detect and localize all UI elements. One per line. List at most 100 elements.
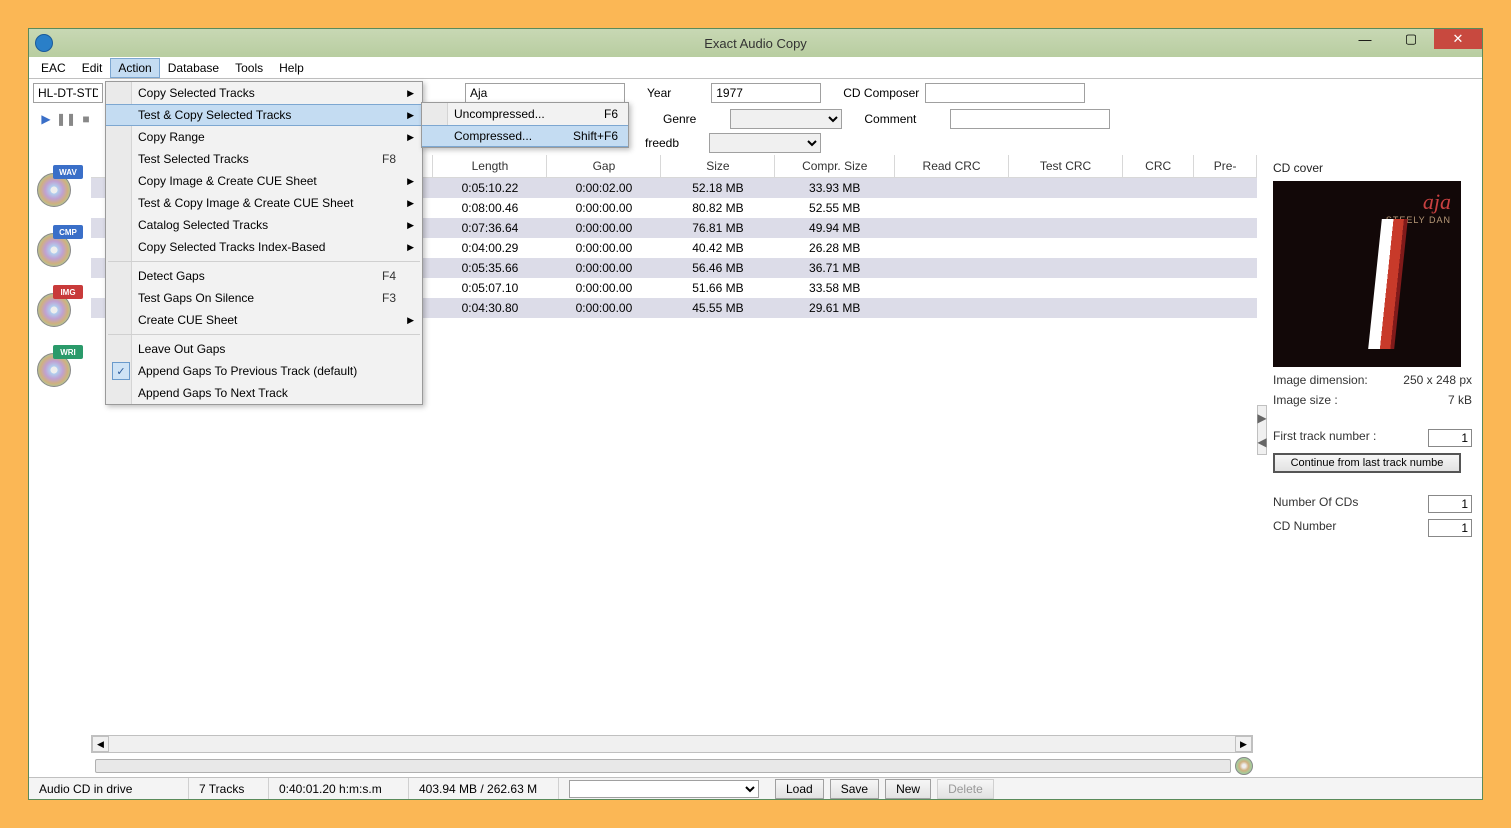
img-size-label: Image size : (1273, 393, 1338, 407)
submenu-arrow-icon: ▶ (407, 220, 414, 231)
sidebar-copy-compressed[interactable]: CMP (35, 225, 83, 267)
num-cds-input[interactable] (1428, 495, 1472, 513)
col-pre[interactable]: Pre- (1194, 155, 1257, 178)
year-input[interactable] (711, 83, 821, 103)
menubar: EAC Edit Action Database Tools Help (29, 57, 1482, 79)
menu-help[interactable]: Help (271, 58, 312, 78)
db-select[interactable] (569, 780, 759, 798)
status-drive: Audio CD in drive (29, 778, 189, 799)
menu-item[interactable]: Append Gaps To Next Track (106, 382, 422, 404)
composer-input[interactable] (925, 83, 1085, 103)
menu-item[interactable]: Test & Copy Selected Tracks▶ (106, 104, 422, 126)
cd-number-label: CD Number (1273, 519, 1336, 537)
sidebar-copy-image[interactable]: IMG (35, 285, 83, 327)
comment-label: Comment (864, 112, 916, 126)
submenu-arrow-icon: ▶ (407, 315, 414, 326)
sidebar-copy-wav[interactable]: WAV (35, 165, 83, 207)
maximize-button[interactable]: ▢ (1388, 29, 1434, 49)
submenu-arrow-icon: ▶ (407, 198, 414, 209)
submenu-item[interactable]: Uncompressed...F6 (422, 103, 628, 125)
submenu-arrow-icon: ▶ (407, 176, 414, 187)
menu-eac[interactable]: EAC (33, 58, 74, 78)
cd-icon (1235, 757, 1253, 775)
minimize-button[interactable]: — (1342, 29, 1388, 49)
play-icon[interactable]: ▶ (39, 112, 53, 126)
menu-item[interactable]: Copy Selected Tracks Index-Based▶ (106, 236, 422, 258)
stop-icon[interactable]: ■ (79, 112, 93, 126)
submenu-arrow-icon: ▶ (407, 110, 414, 121)
composer-label: CD Composer (843, 86, 919, 100)
menu-item[interactable]: ✓Append Gaps To Previous Track (default) (106, 360, 422, 382)
app-window: Exact Audio Copy — ▢ ✕ EAC Edit Action D… (28, 28, 1483, 800)
load-button[interactable]: Load (775, 779, 824, 799)
num-cds-label: Number Of CDs (1273, 495, 1358, 513)
menu-item[interactable]: Copy Range▶ (106, 126, 422, 148)
submenu-arrow-icon: ▶ (407, 88, 414, 99)
img-dim-value: 250 x 248 px (1403, 373, 1472, 387)
menu-edit[interactable]: Edit (74, 58, 111, 78)
scroll-right-icon[interactable]: ▶ (1235, 736, 1252, 752)
submenu-arrow-icon: ▶ (407, 132, 414, 143)
menu-item[interactable]: Test & Copy Image & Create CUE Sheet▶ (106, 192, 422, 214)
right-panel: CD cover aja STEELY DAN Image dimension:… (1267, 155, 1482, 777)
continue-numbering-button[interactable]: Continue from last track numbe (1273, 453, 1461, 473)
sidebar-write-cue[interactable]: WRI (35, 345, 83, 387)
check-icon: ✓ (112, 362, 130, 380)
cd-number-input[interactable] (1428, 519, 1472, 537)
titlebar: Exact Audio Copy — ▢ ✕ (29, 29, 1482, 57)
menu-item[interactable]: Catalog Selected Tracks▶ (106, 214, 422, 236)
pause-icon[interactable]: ❚❚ (59, 112, 73, 126)
progress-row (91, 755, 1257, 777)
first-track-input[interactable] (1428, 429, 1472, 447)
app-icon (35, 34, 53, 52)
transport-controls: ▶ ❚❚ ■ (33, 108, 99, 130)
scroll-left-icon[interactable]: ◀ (92, 736, 109, 752)
col-gap[interactable]: Gap (547, 155, 661, 178)
col-readcrc[interactable]: Read CRC (895, 155, 1009, 178)
col-length[interactable]: Length (433, 155, 547, 178)
freedb-select[interactable] (709, 133, 821, 153)
close-button[interactable]: ✕ (1434, 29, 1482, 49)
cd-cover-label: CD cover (1273, 161, 1472, 175)
panel-collapse-grip[interactable]: ▶◀ (1257, 405, 1267, 455)
comment-input[interactable] (950, 109, 1110, 129)
drive-field[interactable] (33, 83, 103, 103)
menu-item[interactable]: Detect GapsF4 (106, 265, 422, 287)
progress-bar (95, 759, 1231, 773)
year-label: Year (647, 86, 671, 100)
action-menu-dropdown: Copy Selected Tracks▶Test & Copy Selecte… (105, 81, 423, 405)
status-duration: 0:40:01.20 h:m:s.m (269, 778, 409, 799)
submenu-arrow-icon: ▶ (407, 242, 414, 253)
genre-select[interactable] (730, 109, 842, 129)
test-copy-submenu: Uncompressed...F6Compressed...Shift+F6 (421, 102, 629, 148)
window-title: Exact Audio Copy (704, 36, 807, 51)
menu-item[interactable]: Leave Out Gaps (106, 338, 422, 360)
menu-database[interactable]: Database (160, 58, 227, 78)
horizontal-scrollbar[interactable]: ◀ ▶ (91, 735, 1253, 753)
col-testcrc[interactable]: Test CRC (1009, 155, 1123, 178)
menu-item[interactable]: Create CUE Sheet▶ (106, 309, 422, 331)
submenu-item[interactable]: Compressed...Shift+F6 (422, 125, 628, 147)
col-crc[interactable]: CRC (1123, 155, 1194, 178)
col-size[interactable]: Size (661, 155, 775, 178)
img-dim-label: Image dimension: (1273, 373, 1368, 387)
save-button[interactable]: Save (830, 779, 879, 799)
col-comprsize[interactable]: Compr. Size (775, 155, 895, 178)
new-button[interactable]: New (885, 779, 931, 799)
delete-button: Delete (937, 779, 994, 799)
menu-item[interactable]: Test Gaps On SilenceF3 (106, 287, 422, 309)
cd-cover-image[interactable]: aja STEELY DAN (1273, 181, 1461, 367)
menu-item[interactable]: Test Selected TracksF8 (106, 148, 422, 170)
menu-action[interactable]: Action (110, 58, 159, 78)
freedb-label: freedb (645, 136, 679, 150)
menu-item[interactable]: Copy Selected Tracks▶ (106, 82, 422, 104)
genre-label: Genre (663, 112, 696, 126)
status-tracks: 7 Tracks (189, 778, 269, 799)
menu-item[interactable]: Copy Image & Create CUE Sheet▶ (106, 170, 422, 192)
menu-tools[interactable]: Tools (227, 58, 271, 78)
img-size-value: 7 kB (1448, 393, 1472, 407)
status-bar: Audio CD in drive 7 Tracks 0:40:01.20 h:… (29, 777, 1482, 799)
cd-title-input[interactable] (465, 83, 625, 103)
sidebar: WAV CMP IMG WRI (29, 155, 91, 777)
status-size: 403.94 MB / 262.63 M (409, 778, 559, 799)
